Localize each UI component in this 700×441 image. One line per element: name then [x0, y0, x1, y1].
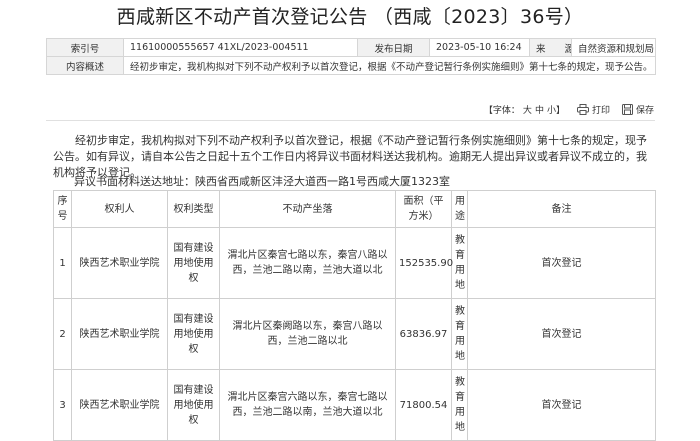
printer-icon	[576, 104, 589, 115]
header-type: 权利类型	[167, 190, 220, 228]
toolbar: 【字体： 大 中 小】 打印 保存	[484, 103, 654, 116]
cell-owner: 陕西艺术职业学院	[71, 369, 168, 441]
cell-note: 首次登记	[467, 298, 656, 370]
cell-use: 教育用地	[451, 227, 468, 299]
summary-label: 内容概述	[46, 56, 124, 75]
registration-table: 序号 权利人 权利类型 不动产坐落 面积（平方米） 用途 备注 1 陕西艺术职业…	[53, 190, 656, 441]
font-size-control: 【字体： 大 中 小】	[484, 103, 565, 116]
cell-area: 71800.54	[395, 369, 452, 441]
table-row: 2 陕西艺术职业学院 国有建设用地使用权 渭北片区秦阙路以东，秦宫八路以西，兰池…	[53, 298, 656, 370]
table-header-row: 序号 权利人 权利类型 不动产坐落 面积（平方米） 用途 备注	[53, 190, 656, 228]
cell-seq: 2	[53, 298, 72, 370]
cell-location: 渭北片区秦宫六路以东，秦宫七路以西，兰池二路以南，兰池大道以北	[219, 369, 396, 441]
header-owner: 权利人	[71, 190, 168, 228]
source-label: 来 源	[529, 38, 572, 57]
cell-seq: 1	[53, 227, 72, 299]
cell-area: 152535.90	[395, 227, 453, 299]
cell-note: 首次登记	[467, 369, 656, 441]
cell-use: 教育用地	[451, 369, 468, 441]
summary-value: 经初步审定，我机构拟对下列不动产权利予以首次登记，根据《不动产登记暂行条例实施细…	[123, 56, 656, 75]
header-seq: 序号	[53, 190, 72, 228]
header-use: 用途	[451, 190, 468, 228]
save-icon	[621, 104, 633, 115]
table-row: 3 陕西艺术职业学院 国有建设用地使用权 渭北片区秦宫六路以东，秦宫七路以西，兰…	[53, 369, 656, 441]
index-value: 11610000555657 41XL/2023-004511	[123, 38, 358, 57]
date-value: 2023-05-10 16:24	[429, 38, 530, 57]
cell-area: 63836.97	[395, 298, 452, 370]
header-note: 备注	[467, 190, 656, 228]
cell-seq: 3	[53, 369, 72, 441]
print-label: 打印	[591, 106, 610, 116]
cell-owner: 陕西艺术职业学院	[71, 227, 168, 299]
cell-location: 渭北片区秦宫七路以东，秦宫八路以西，兰池二路以南，兰池大道以北	[219, 227, 396, 299]
font-medium-button[interactable]: 中	[535, 103, 544, 116]
save-label: 保存	[635, 106, 654, 116]
font-small-button[interactable]: 小】	[547, 103, 565, 116]
page-title: 西咸新区不动产首次登记公告 （西咸〔2023〕36号）	[116, 6, 584, 28]
cell-location: 渭北片区秦阙路以东，秦宫八路以西，兰池二路以北	[219, 298, 396, 370]
cell-type: 国有建设用地使用权	[167, 369, 220, 441]
cell-note: 首次登记	[467, 227, 656, 299]
index-label: 索引号	[46, 38, 124, 57]
divider	[46, 120, 655, 121]
print-button[interactable]: 打印	[576, 103, 610, 116]
cell-type: 国有建设用地使用权	[167, 227, 220, 299]
cell-use: 教育用地	[451, 298, 468, 370]
font-size-label: 【字体：	[483, 106, 520, 116]
table-row: 1 陕西艺术职业学院 国有建设用地使用权 渭北片区秦宫七路以东，秦宫八路以西，兰…	[53, 227, 656, 299]
save-button[interactable]: 保存	[621, 103, 654, 116]
header-area: 面积（平方米）	[395, 190, 452, 228]
source-value: 自然资源和规划局	[571, 38, 656, 57]
objection-address: 异议书面材料送达地址：陕西省西咸新区沣泾大道西一路1号西咸大厦1323室	[74, 175, 450, 188]
info-table: 索引号 11610000555657 41XL/2023-004511 发布日期…	[46, 38, 656, 75]
date-label: 发布日期	[357, 38, 430, 57]
cell-owner: 陕西艺术职业学院	[71, 298, 168, 370]
header-location: 不动产坐落	[219, 190, 396, 228]
cell-type: 国有建设用地使用权	[167, 298, 220, 370]
font-large-button[interactable]: 大	[523, 103, 532, 116]
